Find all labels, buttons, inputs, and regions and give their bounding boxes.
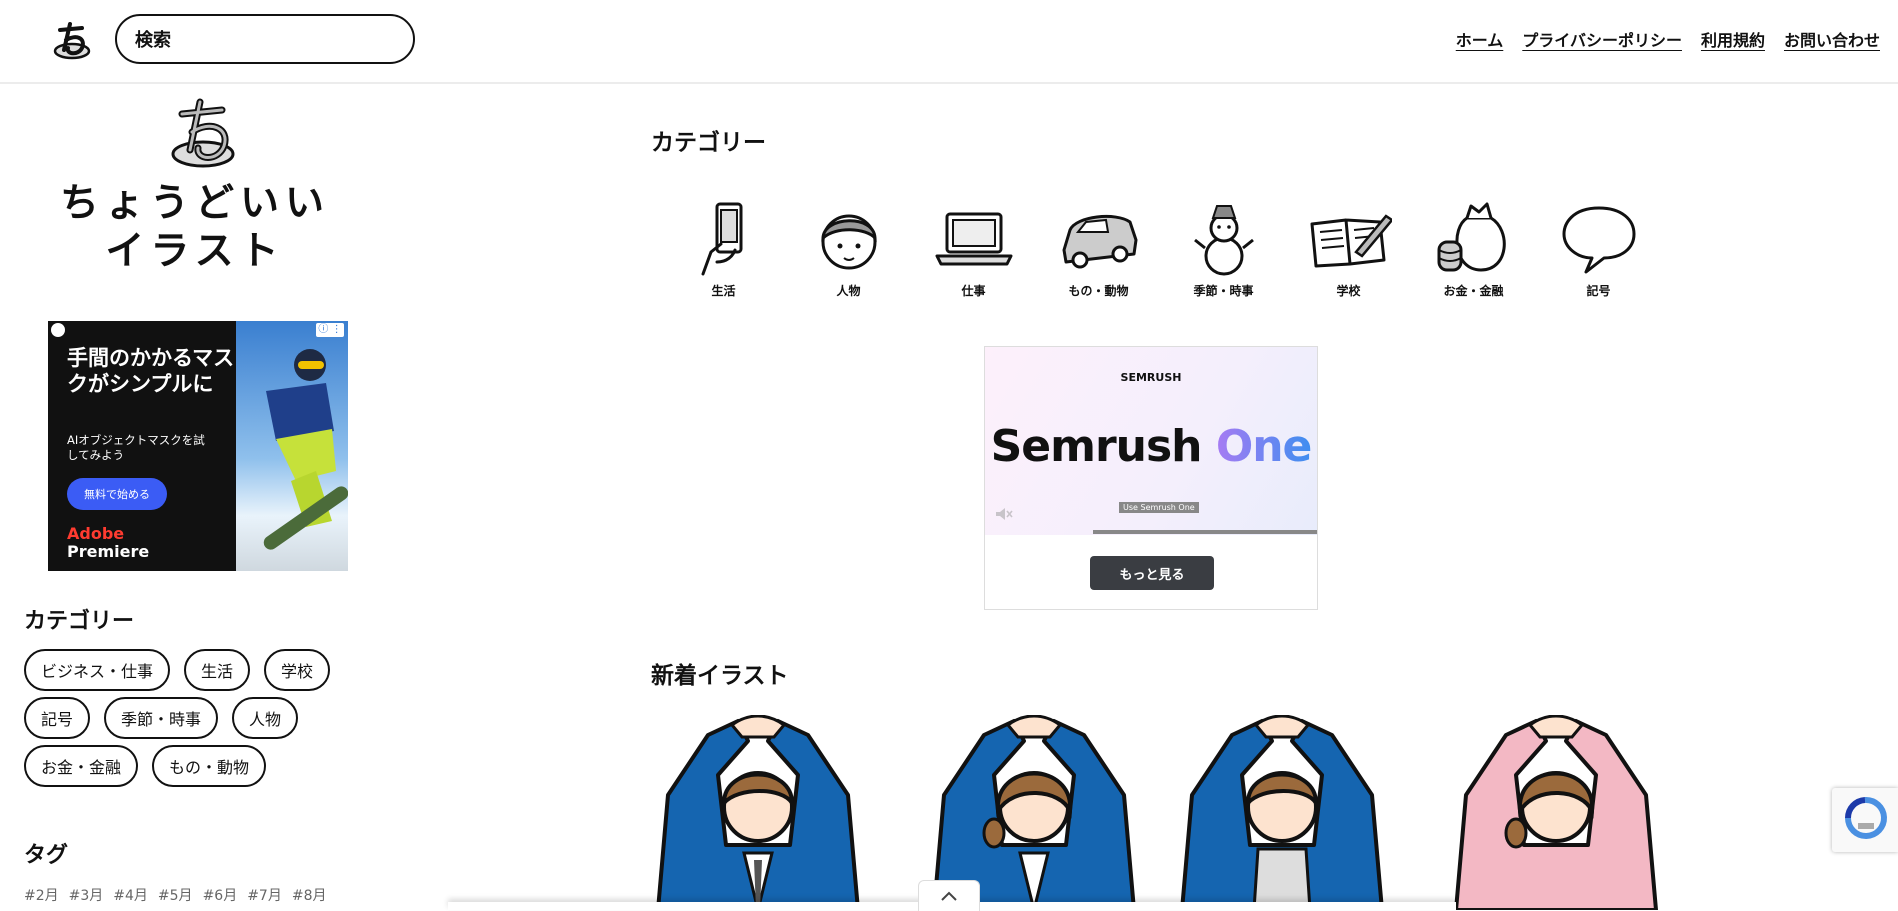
category-school[interactable]: 学校 bbox=[1286, 200, 1411, 299]
category-label: お金・金融 bbox=[1443, 284, 1504, 298]
sidebar-tag-heading: タグ bbox=[24, 843, 69, 868]
category-icon-grid: 生活 人物 仕事 もの・動物 季節・時事 学校 お金・金融 記号 bbox=[661, 200, 1661, 299]
tag-link[interactable]: #6月 bbox=[203, 885, 238, 905]
ad-title: Semrush One bbox=[985, 421, 1317, 472]
category-money[interactable]: お金・金融 bbox=[1411, 200, 1536, 299]
ad-video[interactable]: SEMRUSH Semrush One Use Semrush One bbox=[985, 347, 1317, 535]
category-chip-person[interactable]: 人物 bbox=[232, 697, 299, 739]
category-chip-money[interactable]: お金・金融 bbox=[24, 745, 139, 787]
snowman-icon bbox=[1193, 205, 1254, 276]
illustration-thumbnail[interactable] bbox=[648, 715, 868, 910]
tag-link[interactable]: #5月 bbox=[158, 885, 193, 905]
recaptcha-badge[interactable] bbox=[1832, 788, 1898, 852]
nav-terms[interactable]: 利用規約 bbox=[1701, 27, 1765, 51]
header: 検索 ホーム プライバシーポリシー 利用規約 お問い合わせ bbox=[0, 0, 1898, 84]
tag-link[interactable]: #3月 bbox=[69, 885, 104, 905]
ad-info-icon[interactable]: ⓘ ⋮ bbox=[316, 323, 344, 337]
tag-link[interactable]: #4月 bbox=[113, 885, 148, 905]
ad-title-part2: One bbox=[1215, 421, 1313, 472]
category-person[interactable]: 人物 bbox=[786, 200, 911, 299]
nav-contact[interactable]: お問い合わせ bbox=[1784, 27, 1880, 51]
phone-hand-icon bbox=[701, 202, 742, 276]
category-chip-season[interactable]: 季節・時事 bbox=[104, 697, 219, 739]
site-title-line2: イラスト bbox=[105, 229, 285, 274]
category-things-animals[interactable]: もの・動物 bbox=[1036, 200, 1161, 299]
chevron-up-icon bbox=[941, 891, 957, 901]
category-season[interactable]: 季節・時事 bbox=[1161, 200, 1286, 299]
ad-headline: 手間のかかるマスクがシンプルに bbox=[67, 346, 235, 396]
category-life[interactable]: 生活 bbox=[661, 200, 786, 299]
category-label: 季節・時事 bbox=[1193, 284, 1254, 298]
site-title-line1: ちょうどいい bbox=[60, 181, 331, 226]
nav-privacy-policy[interactable]: プライバシーポリシー bbox=[1522, 27, 1682, 51]
category-symbol[interactable]: 記号 bbox=[1536, 200, 1661, 299]
category-chip-business[interactable]: ビジネス・仕事 bbox=[24, 649, 171, 691]
illustration-thumbnail[interactable] bbox=[1446, 715, 1666, 910]
sidebar-ad[interactable]: 手間のかかるマスクがシンプルに AIオブジェクトマスクを試してみよう 無料で始め… bbox=[48, 321, 348, 571]
tag-list: #2月 #3月 #4月 #5月 #6月 #7月 #8月 bbox=[24, 885, 326, 905]
scroll-up-button[interactable] bbox=[918, 880, 980, 911]
ad-subtext: AIオブジェクトマスクを試してみよう bbox=[67, 433, 205, 462]
ad-title-part1: Semrush bbox=[990, 421, 1216, 472]
sidebar-category-list: ビジネス・仕事 生活 学校 記号 季節・時事 人物 お金・金融 もの・動物 bbox=[24, 649, 384, 787]
ad-video-label: Use Semrush One bbox=[1119, 502, 1199, 513]
site-logo-icon[interactable] bbox=[50, 20, 94, 64]
top-nav: ホーム プライバシーポリシー 利用規約 お問い合わせ bbox=[1456, 27, 1880, 51]
notebook-icon bbox=[1310, 214, 1392, 268]
speech-bubble-icon bbox=[1562, 206, 1635, 274]
ad-brand-line1: Adobe bbox=[67, 524, 125, 543]
category-chip-life[interactable]: 生活 bbox=[184, 649, 251, 691]
ad-brand: SEMRUSH bbox=[1120, 371, 1182, 384]
tag-link[interactable]: #2月 bbox=[24, 885, 59, 905]
car-icon bbox=[1062, 215, 1137, 269]
semrush-video-ad[interactable]: SEMRUSH Semrush One Use Semrush One もっと見… bbox=[984, 346, 1318, 610]
category-label: 仕事 bbox=[961, 284, 986, 298]
mute-icon[interactable] bbox=[995, 507, 1013, 521]
category-chip-things-animals[interactable]: もの・動物 bbox=[152, 745, 267, 787]
category-chip-school[interactable]: 学校 bbox=[264, 649, 331, 691]
category-label: もの・動物 bbox=[1068, 284, 1129, 298]
sidebar-category-heading: カテゴリー bbox=[24, 609, 135, 634]
tag-link[interactable]: #8月 bbox=[292, 885, 327, 905]
category-chip-symbol[interactable]: 記号 bbox=[24, 697, 91, 739]
person-icon bbox=[820, 214, 877, 270]
ad-brand-line2: Premiere bbox=[67, 542, 150, 561]
site-title[interactable]: ちょうどいい イラスト bbox=[60, 180, 330, 276]
category-label: 学校 bbox=[1336, 284, 1361, 298]
illustration-thumbnail[interactable] bbox=[1172, 715, 1392, 910]
see-more-button[interactable]: もっと見る bbox=[1090, 556, 1214, 590]
category-label: 生活 bbox=[711, 284, 736, 298]
nav-home[interactable]: ホーム bbox=[1456, 27, 1504, 51]
laptop-icon bbox=[935, 212, 1012, 266]
category-label: 人物 bbox=[836, 284, 861, 298]
money-bag-icon bbox=[1437, 202, 1506, 272]
recaptcha-icon bbox=[1844, 796, 1887, 839]
category-work[interactable]: 仕事 bbox=[911, 200, 1036, 299]
video-progress-bar[interactable] bbox=[1093, 530, 1317, 534]
main-category-heading: カテゴリー bbox=[651, 130, 766, 156]
new-illustrations-heading: 新着イラスト bbox=[651, 663, 789, 689]
tag-link[interactable]: #7月 bbox=[247, 885, 282, 905]
category-label: 記号 bbox=[1586, 284, 1611, 298]
ad-cta-button[interactable]: 無料で始める bbox=[67, 478, 167, 510]
search-input[interactable]: 検索 bbox=[115, 14, 415, 64]
site-logo-large-icon[interactable] bbox=[168, 98, 238, 174]
ad-snowboarder-image bbox=[236, 321, 348, 571]
adchoices-icon[interactable] bbox=[51, 323, 65, 337]
